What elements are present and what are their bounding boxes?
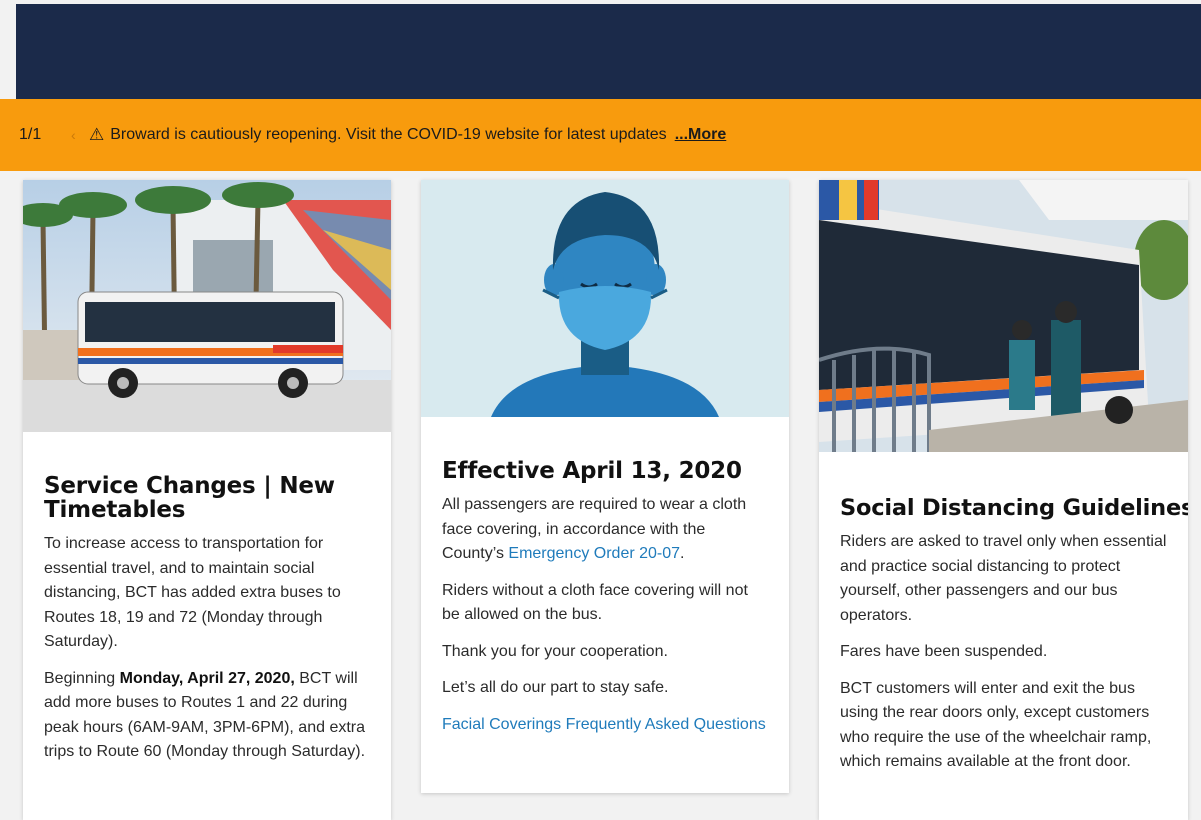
card-paragraph: Thank you for your cooperation. <box>442 642 668 660</box>
card-paragraph: Riders without a cloth face covering wil… <box>442 581 748 624</box>
bus-photo <box>23 180 391 432</box>
facial-coverings-faq-link[interactable]: Facial Coverings Frequently Asked Questi… <box>442 716 766 733</box>
face-mask-illustration <box>421 180 789 417</box>
warning-icon: ⚠ <box>89 125 105 144</box>
faq-link-paragraph: Facial Coverings Frequently Asked Questi… <box>442 713 768 738</box>
alert-counter: 1/1 <box>19 126 42 143</box>
card-paragraph: Riders are asked to travel only when ess… <box>840 533 1167 624</box>
face-covering-card: Effective April 13, 2020 All passengers … <box>421 180 789 793</box>
card-paragraph: All passengers are required to wear a cl… <box>442 496 747 562</box>
service-changes-card: Service Changes | New Timetables To incr… <box>23 180 391 820</box>
card-paragraph: Beginning Monday, April 27, 2020, BCT wi… <box>44 669 366 761</box>
alert-more-link[interactable]: ...More <box>675 126 727 144</box>
card-paragraph: To increase access to transportation for… <box>44 535 341 650</box>
card-title: Social Distancing Guidelines <box>840 495 1188 521</box>
card-paragraph: Let’s all do our part to stay safe. <box>442 679 669 696</box>
social-distancing-card: Social Distancing Guidelines Riders are … <box>819 180 1188 820</box>
alert-message: Broward is cautiously reopening. Visit t… <box>110 126 667 143</box>
highlight-date: Monday, April 27, 2020, <box>119 669 295 687</box>
card-paragraph: BCT customers will enter and exit the bu… <box>840 679 1152 771</box>
site-header <box>16 4 1201 99</box>
chevron-left-icon[interactable]: ‹ <box>71 127 89 143</box>
card-title: Effective April 13, 2020 <box>442 458 742 484</box>
alert-banner: 1/1 ‹ ⚠ Broward is cautiously reopening.… <box>0 99 1201 171</box>
card-paragraph: Fares have been suspended. <box>840 643 1048 660</box>
emergency-order-link[interactable]: Emergency Order 20-07 <box>508 545 680 562</box>
bus-boarding-photo <box>819 180 1188 452</box>
card-title: Service Changes | New Timetables <box>44 473 335 523</box>
